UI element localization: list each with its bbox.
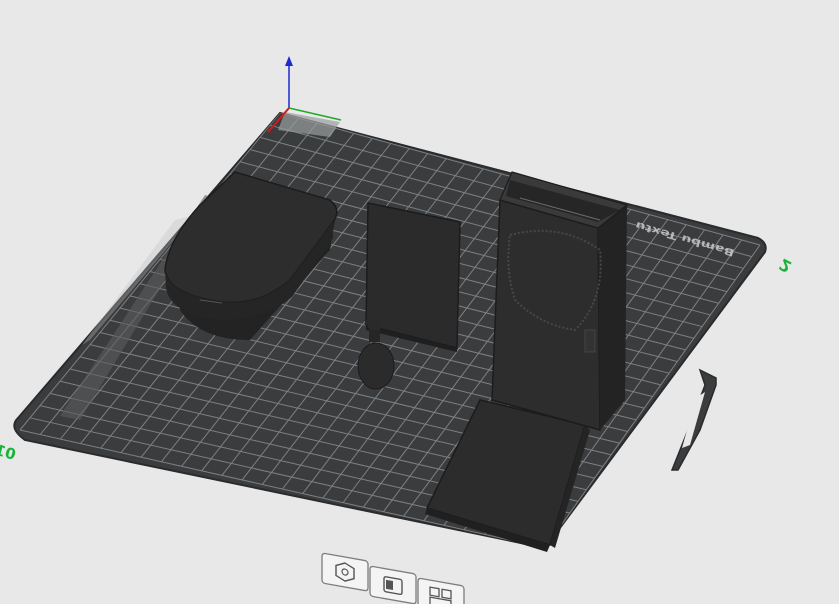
plate-number-label: 01 xyxy=(0,441,18,464)
model-flat-panel[interactable] xyxy=(365,202,461,352)
arrange-icon[interactable] xyxy=(369,565,417,604)
3d-viewport[interactable]: Bambu Textu 01 2 xyxy=(0,0,839,604)
scene-canvas[interactable]: Bambu Textu 01 2 xyxy=(0,0,839,604)
layout-icon[interactable] xyxy=(417,577,465,604)
orient-icon[interactable] xyxy=(321,552,369,592)
bottom-toolbar xyxy=(321,552,465,604)
plate-right-label: 2 xyxy=(776,254,795,276)
